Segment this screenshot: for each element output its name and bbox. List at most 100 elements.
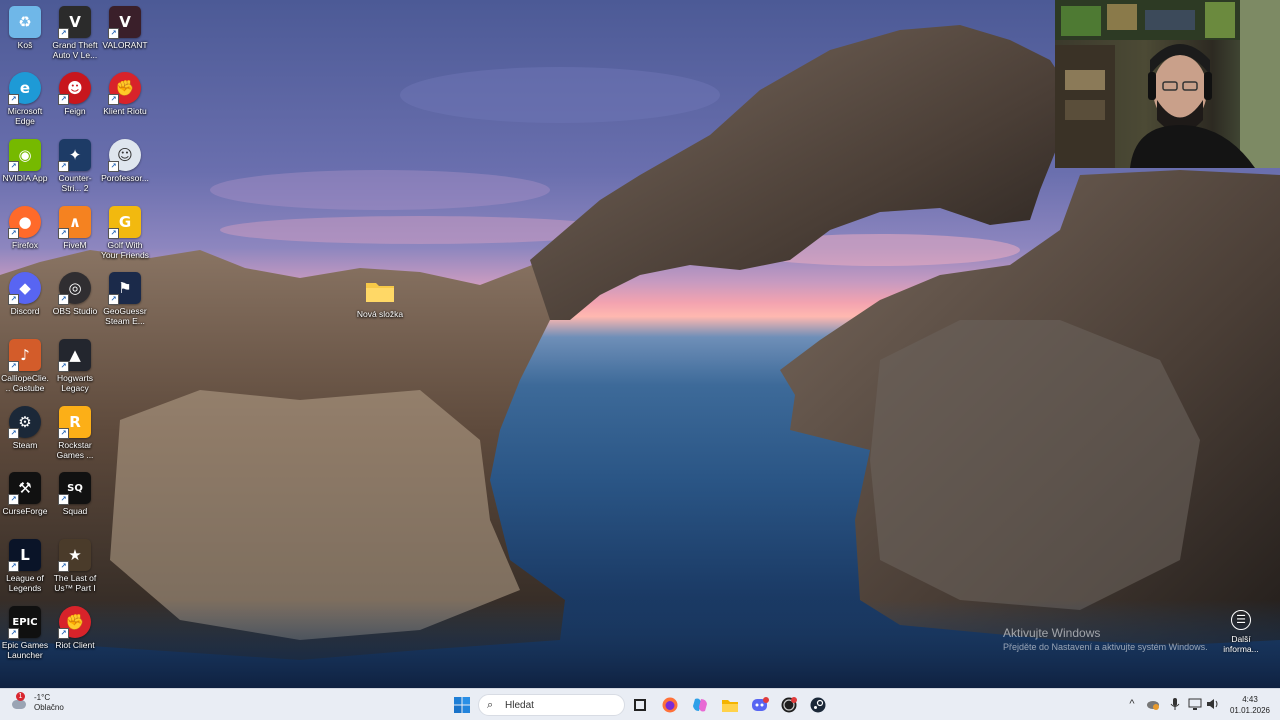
clock-date: 01.01.2026 (1229, 706, 1271, 715)
clock[interactable]: 4:43 01.01.2026 (1226, 694, 1274, 716)
squad-icon: SQ ↗ (58, 472, 91, 505)
taskbar-firefox[interactable] (658, 693, 682, 717)
shortcut-arrow-icon: ↗ (108, 228, 119, 239)
recycle-bin-icon: ♻ (9, 6, 41, 38)
folder-label: Nová složka (356, 309, 404, 319)
info-circle-icon: ☰ (1231, 610, 1251, 630)
search-box[interactable]: ⌕ Hledat (478, 694, 625, 716)
desktop-shortcut-label: OBS Studio (52, 306, 98, 316)
desktop-shortcut-obs[interactable]: ◎ ↗ OBS Studio (50, 272, 100, 316)
desktop-shortcut-label: Counter-Stri... 2 (58, 173, 92, 193)
desktop-shortcut-label: NVIDIA App (2, 173, 48, 183)
desktop-shortcut-league[interactable]: L ↗ League of Legends (0, 539, 50, 593)
weather-widget[interactable]: 1 -1°C Oblačno (10, 692, 64, 713)
desktop-shortcut-label: League of Legends (6, 573, 44, 593)
shortcut-arrow-icon: ↗ (108, 94, 119, 105)
steam-icon (810, 697, 826, 713)
desktop-shortcut-nvidia[interactable]: ◉ ↗ NVIDIA App (0, 139, 50, 183)
desktop-shortcut-label: The Last of Us™ Part I (53, 573, 97, 593)
obs-icon (781, 697, 797, 713)
desktop-shortcut-label: CurseForge (2, 506, 48, 516)
shortcut-arrow-icon: ↗ (58, 428, 69, 439)
desktop-shortcut-label: Rockstar Games ... (56, 440, 94, 460)
nvidia-icon: ◉ ↗ (8, 139, 41, 172)
firefox-icon: ● ↗ (8, 206, 41, 239)
steam-icon: ⚙ ↗ (8, 406, 41, 439)
desktop-shortcut-label: CalliopeClie... Castube (1, 373, 49, 393)
desktop-shortcut-fivem[interactable]: ∧ ↗ FiveM (50, 206, 100, 250)
desktop-shortcut-discord[interactable]: ◆ ↗ Discord (0, 272, 50, 316)
desktop-folder-nova-slozka[interactable]: Nová složka (355, 275, 405, 319)
desktop-shortcut-recycle-bin[interactable]: ♻ Koš (0, 6, 50, 50)
taskbar-obs[interactable] (777, 693, 801, 717)
show-hidden-icons-button[interactable]: ^ (1126, 697, 1138, 711)
desktop-shortcut-calliope[interactable]: ♪ ↗ CalliopeClie... Castube (0, 339, 50, 393)
desktop-shortcut-tlou[interactable]: ★ ↗ The Last of Us™ Part I (50, 539, 100, 593)
shortcut-arrow-icon: ↗ (8, 561, 19, 572)
file-explorer-icon (722, 700, 738, 712)
desktop-shortcut-edge[interactable]: e ↗ Microsoft Edge (0, 72, 50, 126)
desktop-shortcut-label: Firefox (12, 240, 38, 250)
volume-button[interactable] (1206, 697, 1220, 715)
desktop-shortcut-geoguessr[interactable]: ⚑ ↗ GeoGuessr Steam E... (100, 272, 150, 326)
taskbar-copilot[interactable] (688, 693, 712, 717)
desktop-shortcut-label: Koš (17, 40, 33, 50)
desktop-shortcut-label: GeoGuessr Steam E... (103, 306, 147, 326)
desktop-shortcut-epic[interactable]: EPIC ↗ Epic Games Launcher (0, 606, 50, 660)
more-info-button[interactable]: ☰ Další informa... (1222, 610, 1260, 654)
discord-icon: ◆ ↗ (8, 272, 41, 305)
desktop-shortcut-label: Epic Games Launcher (1, 640, 49, 660)
desktop-shortcut-golf[interactable]: G ↗ Golf With Your Friends (100, 206, 150, 260)
chevron-up-icon: ^ (1129, 698, 1135, 710)
desktop-shortcut-riot-client[interactable]: ✊ ↗ Klient Riotu (100, 72, 150, 116)
desktop-shortcut-hogwarts[interactable]: ▲ ↗ Hogwarts Legacy (50, 339, 100, 393)
desktop-shortcut-label: VALORANT (102, 40, 148, 50)
task-view-button[interactable] (628, 693, 652, 717)
network-button[interactable] (1188, 697, 1202, 715)
valorant-icon: V ↗ (108, 6, 141, 39)
network-icon (1188, 698, 1202, 710)
desktop-shortcut-feign[interactable]: ☻ ↗ Feign (50, 72, 100, 116)
shortcut-arrow-icon: ↗ (108, 161, 119, 172)
desktop-shortcut-squad[interactable]: SQ ↗ Squad (50, 472, 100, 516)
start-button[interactable] (450, 693, 474, 717)
shortcut-arrow-icon: ↗ (58, 628, 69, 639)
porofessor-icon: ☺ ↗ (108, 139, 141, 172)
shortcut-arrow-icon: ↗ (58, 294, 69, 305)
curseforge-icon: ⚒ ↗ (8, 472, 41, 505)
desktop-shortcut-counter-strike[interactable]: ✦ ↗ Counter-Stri... 2 (50, 139, 100, 193)
taskbar-steam[interactable] (806, 693, 830, 717)
copilot-icon (693, 698, 707, 712)
microphone-button[interactable] (1170, 697, 1180, 715)
shortcut-arrow-icon: ↗ (8, 494, 19, 505)
desktop-shortcut-label: Riot Client (55, 640, 95, 650)
taskbar-discord[interactable] (748, 693, 772, 717)
folder-icon (364, 275, 396, 307)
fivem-icon: ∧ ↗ (58, 206, 91, 239)
activation-watermark: Aktivujte Windows Přejděte do Nastavení … (1003, 626, 1208, 652)
webcam-overlay (1055, 0, 1280, 168)
shortcut-arrow-icon: ↗ (8, 294, 19, 305)
desktop-shortcut-steam[interactable]: ⚙ ↗ Steam (0, 406, 50, 450)
notification-badge: 1 (16, 692, 25, 701)
desktop-shortcut-valorant[interactable]: V ↗ VALORANT (100, 6, 150, 50)
desktop-shortcut-curseforge[interactable]: ⚒ ↗ CurseForge (0, 472, 50, 516)
taskbar-file-explorer[interactable] (718, 693, 742, 717)
desktop-shortcut-porofessor[interactable]: ☺ ↗ Porofessor... (100, 139, 150, 183)
microphone-icon (1170, 698, 1180, 710)
shortcut-arrow-icon: ↗ (58, 28, 69, 39)
desktop-shortcut-gta-v[interactable]: V ↗ Grand Theft Auto V Le... (50, 6, 100, 60)
golf-icon: G ↗ (108, 206, 141, 239)
desktop-shortcut-firefox[interactable]: ● ↗ Firefox (0, 206, 50, 250)
shortcut-arrow-icon: ↗ (58, 561, 69, 572)
shortcut-arrow-icon: ↗ (58, 161, 69, 172)
desktop-shortcut-riot-client[interactable]: ✊ ↗ Riot Client (50, 606, 100, 650)
desktop-shortcut-label: Grand Theft Auto V Le... (52, 40, 98, 60)
riot-client-icon: ✊ ↗ (108, 72, 141, 105)
shortcut-arrow-icon: ↗ (58, 94, 69, 105)
tray-app-button[interactable] (1146, 697, 1160, 715)
counter-strike-icon: ✦ ↗ (58, 139, 91, 172)
desktop-shortcut-label: Discord (10, 306, 40, 316)
desktop-shortcut-rockstar[interactable]: R ↗ Rockstar Games ... (50, 406, 100, 460)
desktop-shortcut-label: Hogwarts Legacy (57, 373, 93, 393)
